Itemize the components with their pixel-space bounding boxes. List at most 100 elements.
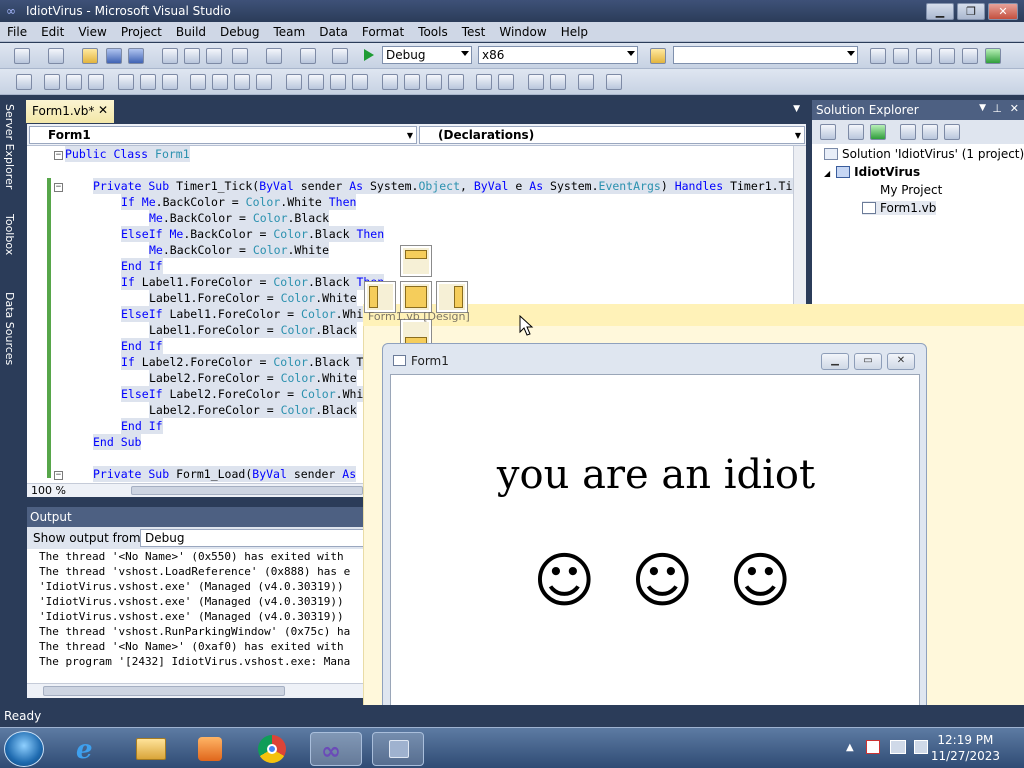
running-app-taskbar-icon[interactable] [372, 732, 424, 766]
code-line[interactable]: ElseIf Label2.ForeColor = Color.Whi [121, 386, 364, 402]
new-project-icon[interactable] [14, 48, 30, 64]
collapse-icon[interactable]: − [54, 471, 63, 480]
properties-icon[interactable] [820, 124, 836, 140]
close-button[interactable]: ✕ [988, 3, 1018, 20]
menu-team[interactable]: Team [266, 22, 312, 39]
align-tops-icon[interactable] [118, 74, 134, 90]
make-same-size-icon[interactable] [234, 74, 250, 90]
start-button[interactable] [4, 731, 44, 767]
code-line[interactable]: Public Class Form1 [65, 146, 190, 162]
code-line[interactable]: Private Sub Timer1_Tick(ByVal sender As … [93, 178, 793, 194]
menu-file[interactable]: File [0, 22, 34, 39]
size-to-grid-icon[interactable] [256, 74, 272, 90]
show-output-from-combo[interactable]: Debug [140, 529, 370, 547]
start-page-icon[interactable] [985, 48, 1001, 64]
dock-top-icon[interactable] [400, 245, 432, 277]
menu-project[interactable]: Project [114, 22, 169, 39]
find-in-files-icon[interactable] [650, 48, 666, 64]
remove-vertical-spacing-icon[interactable] [448, 74, 464, 90]
pin-icon[interactable]: ⊥ [992, 102, 1002, 115]
lock-controls-icon[interactable] [606, 74, 622, 90]
class-name-combo[interactable]: Form1 ▼ [29, 126, 417, 144]
align-bottoms-icon[interactable] [162, 74, 178, 90]
internet-explorer-icon[interactable]: e [64, 732, 116, 766]
menu-build[interactable]: Build [169, 22, 213, 39]
increase-horizontal-spacing-icon[interactable] [308, 74, 324, 90]
copy-icon[interactable] [184, 48, 200, 64]
increase-vertical-spacing-icon[interactable] [404, 74, 420, 90]
save-all-icon[interactable] [128, 48, 144, 64]
undo-icon[interactable] [232, 48, 248, 64]
form1-close-button[interactable]: ✕ [887, 353, 915, 370]
align-rights-icon[interactable] [88, 74, 104, 90]
editor-horizontal-scroll-thumb[interactable] [131, 486, 363, 495]
redo-icon[interactable] [266, 48, 282, 64]
code-line[interactable]: End If [121, 258, 163, 274]
menu-help[interactable]: Help [554, 22, 595, 39]
remove-horizontal-spacing-icon[interactable] [352, 74, 368, 90]
view-designer-icon[interactable] [922, 124, 938, 140]
media-player-icon[interactable] [184, 732, 236, 766]
code-line[interactable]: Me.BackColor = Color.White [149, 242, 330, 258]
align-middles-icon[interactable] [140, 74, 156, 90]
code-line[interactable]: Label2.ForeColor = Color.Black [149, 402, 357, 418]
collapse-icon[interactable]: − [54, 183, 63, 192]
tree-item-solution[interactable]: Solution 'IdiotVirus' (1 project) [824, 147, 1024, 161]
code-line[interactable]: Me.BackColor = Color.Black [149, 210, 330, 226]
code-line[interactable]: End If [121, 338, 163, 354]
code-line[interactable]: Label1.ForeColor = Color.White [149, 290, 357, 306]
tree-item-my-project[interactable]: My Project [862, 183, 942, 197]
align-centers-icon[interactable] [66, 74, 82, 90]
center-horizontally-icon[interactable] [476, 74, 492, 90]
close-icon[interactable]: ✕ [98, 103, 108, 117]
tree-item-form1-vb[interactable]: Form1.vb [862, 201, 937, 215]
action-center-icon[interactable] [866, 740, 880, 754]
window-position-chevron-icon[interactable]: ▼ [979, 103, 986, 113]
code-line[interactable]: If Me.BackColor = Color.White Then [121, 194, 357, 210]
form1-minimize-button[interactable]: ▁ [821, 353, 849, 370]
menu-tools[interactable]: Tools [411, 22, 455, 39]
menu-window[interactable]: Window [492, 22, 553, 39]
code-line[interactable]: ElseIf Me.BackColor = Color.Black Then [121, 226, 385, 242]
solution-explorer-icon[interactable] [870, 48, 886, 64]
object-browser-icon[interactable] [916, 48, 932, 64]
tools-icon[interactable] [962, 48, 978, 64]
vertical-spacing-icon[interactable] [382, 74, 398, 90]
bring-to-front-icon[interactable] [528, 74, 544, 90]
output-text[interactable]: The thread '<No Name>' (0x550) has exite… [27, 549, 367, 683]
volume-icon[interactable] [914, 740, 928, 754]
menu-format[interactable]: Format [355, 22, 411, 39]
menu-view[interactable]: View [71, 22, 113, 39]
output-horizontal-scrollbar[interactable] [27, 683, 367, 698]
add-item-icon[interactable] [48, 48, 64, 64]
tree-item-project[interactable]: ◢ IdiotVirus [824, 165, 920, 179]
maximize-button[interactable]: ❐ [957, 3, 985, 20]
refresh-icon[interactable] [870, 124, 886, 140]
start-debugging-icon[interactable] [364, 49, 374, 61]
data-sources-tab[interactable]: Data Sources [3, 292, 16, 365]
method-name-combo[interactable]: (Declarations) ▼ [419, 126, 805, 144]
horizontal-spacing-icon[interactable] [286, 74, 302, 90]
code-line[interactable]: Label1.ForeColor = Color.Black [149, 322, 357, 338]
minimize-button[interactable]: ▁ [926, 3, 954, 20]
chrome-icon[interactable] [246, 732, 298, 766]
decrease-horizontal-spacing-icon[interactable] [330, 74, 346, 90]
solution-configuration-combo[interactable]: Debug [382, 46, 472, 64]
save-icon[interactable] [106, 48, 122, 64]
show-hidden-icons-icon[interactable]: ▲ [846, 742, 854, 753]
code-line[interactable]: Private Sub Form1_Load(ByVal sender As [93, 466, 357, 482]
view-class-diagram-icon[interactable] [944, 124, 960, 140]
navigate-forward-icon[interactable] [332, 48, 348, 64]
output-scroll-thumb[interactable] [43, 686, 285, 696]
menu-debug[interactable]: Debug [213, 22, 266, 39]
show-all-files-icon[interactable] [848, 124, 864, 140]
code-line[interactable]: End If [121, 418, 163, 434]
decrease-vertical-spacing-icon[interactable] [426, 74, 442, 90]
align-to-grid-icon[interactable] [16, 74, 32, 90]
collapse-icon[interactable]: − [54, 151, 63, 160]
find-combo[interactable] [673, 46, 858, 64]
cut-icon[interactable] [162, 48, 178, 64]
navigate-backward-icon[interactable] [300, 48, 316, 64]
network-icon[interactable] [890, 740, 906, 754]
open-folder-icon[interactable] [82, 48, 98, 64]
